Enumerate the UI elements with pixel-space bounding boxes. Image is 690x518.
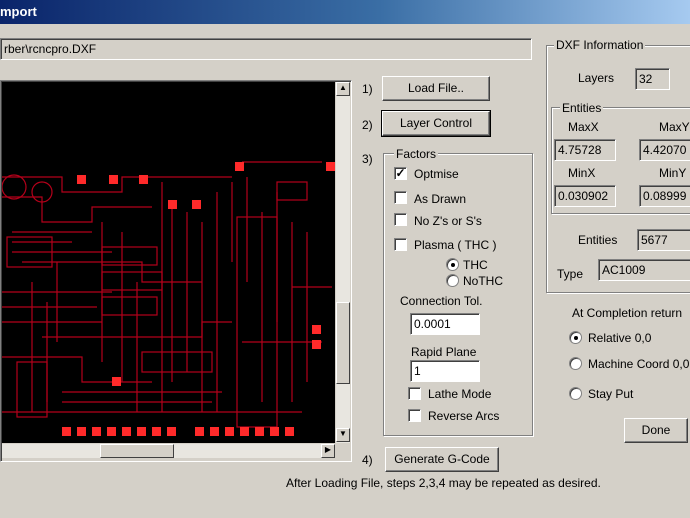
window-title: mport — [0, 4, 37, 19]
done-button[interactable]: Done — [624, 418, 688, 443]
connection-tol-input[interactable]: 0.0001 — [410, 313, 480, 335]
dxf-information-legend: DXF Information — [554, 38, 646, 52]
step-4-label: 4) — [362, 453, 373, 467]
optimise-label: Optmise — [414, 167, 459, 181]
minx-label: MinX — [568, 166, 596, 180]
plasma-checkbox[interactable] — [394, 238, 407, 251]
miny-label: MinY — [659, 166, 687, 180]
pcb-drawing — [2, 161, 335, 436]
stay-put-radio[interactable] — [569, 387, 582, 400]
minx-value: 0.030902 — [554, 185, 616, 207]
thc-radio[interactable] — [446, 258, 459, 271]
nothc-label: NoTHC — [463, 274, 504, 288]
as-drawn-checkbox[interactable] — [394, 191, 407, 204]
machine-coord-label: Machine Coord 0,0 — [588, 357, 690, 371]
rapid-plane-label: Rapid Plane — [411, 345, 477, 359]
nothc-radio[interactable] — [446, 274, 459, 287]
maxx-value: 4.75728 — [554, 139, 616, 161]
reverse-arcs-checkbox[interactable] — [408, 409, 421, 422]
preview-frame: ▲ ▼ ▶ — [0, 80, 352, 462]
factors-legend: Factors — [394, 147, 439, 161]
scroll-down-icon[interactable]: ▼ — [336, 428, 350, 442]
maxy-label: MaxY — [659, 120, 690, 134]
maxy-value: 4.42070 — [639, 139, 690, 161]
completion-label: At Completion return — [572, 306, 683, 320]
relative-radio[interactable] — [569, 331, 582, 344]
title-bar: mport — [0, 0, 690, 24]
layers-label: Layers — [578, 71, 615, 85]
horizontal-scrollbar[interactable]: ▶ — [2, 444, 335, 458]
machine-coord-radio[interactable] — [569, 357, 582, 370]
thc-label: THC — [463, 258, 488, 272]
entities-count-label: Entities — [578, 233, 618, 247]
entities-legend: Entities — [560, 101, 604, 115]
horizontal-scroll-thumb[interactable] — [100, 444, 174, 458]
step-1-label: 1) — [362, 82, 373, 96]
scroll-right-icon[interactable]: ▶ — [321, 444, 335, 458]
relative-label: Relative 0,0 — [588, 331, 652, 345]
optimise-checkbox[interactable]: ✓ — [394, 167, 407, 180]
layer-control-button[interactable]: Layer Control — [381, 110, 491, 137]
lathe-mode-checkbox[interactable] — [408, 387, 421, 400]
vertical-scrollbar[interactable]: ▲ ▼ — [336, 82, 350, 443]
reverse-arcs-label: Reverse Arcs — [428, 409, 500, 423]
rapid-plane-input[interactable]: 1 — [410, 360, 480, 382]
scroll-up-icon[interactable]: ▲ — [336, 82, 350, 96]
lathe-mode-label: Lathe Mode — [428, 387, 492, 401]
type-label: Type — [557, 267, 584, 281]
stay-put-label: Stay Put — [588, 387, 634, 401]
step-3-label: 3) — [362, 152, 373, 166]
vertical-scroll-thumb[interactable] — [336, 302, 350, 384]
plasma-label: Plasma ( THC ) — [414, 238, 497, 252]
miny-value: 0.08999 — [639, 185, 690, 207]
file-path-field: rber\rcncpro.DXF — [0, 38, 532, 60]
generate-gcode-button[interactable]: Generate G-Code — [385, 447, 499, 472]
as-drawn-label: As Drawn — [414, 192, 467, 206]
type-value: AC1009 — [598, 259, 690, 281]
step-2-label: 2) — [362, 118, 373, 132]
no-z-checkbox[interactable] — [394, 213, 407, 226]
hint-text: After Loading File, steps 2,3,4 may be r… — [286, 476, 601, 490]
entities-count-value: 5677 — [637, 229, 690, 251]
layers-value: 32 — [635, 68, 670, 90]
dxf-preview-canvas[interactable] — [2, 82, 335, 443]
load-file-button[interactable]: Load File.. — [382, 76, 490, 101]
connection-tol-label: Connection Tol. — [400, 294, 483, 308]
no-z-label: No Z's or S's — [414, 214, 482, 228]
maxx-label: MaxX — [568, 120, 599, 134]
